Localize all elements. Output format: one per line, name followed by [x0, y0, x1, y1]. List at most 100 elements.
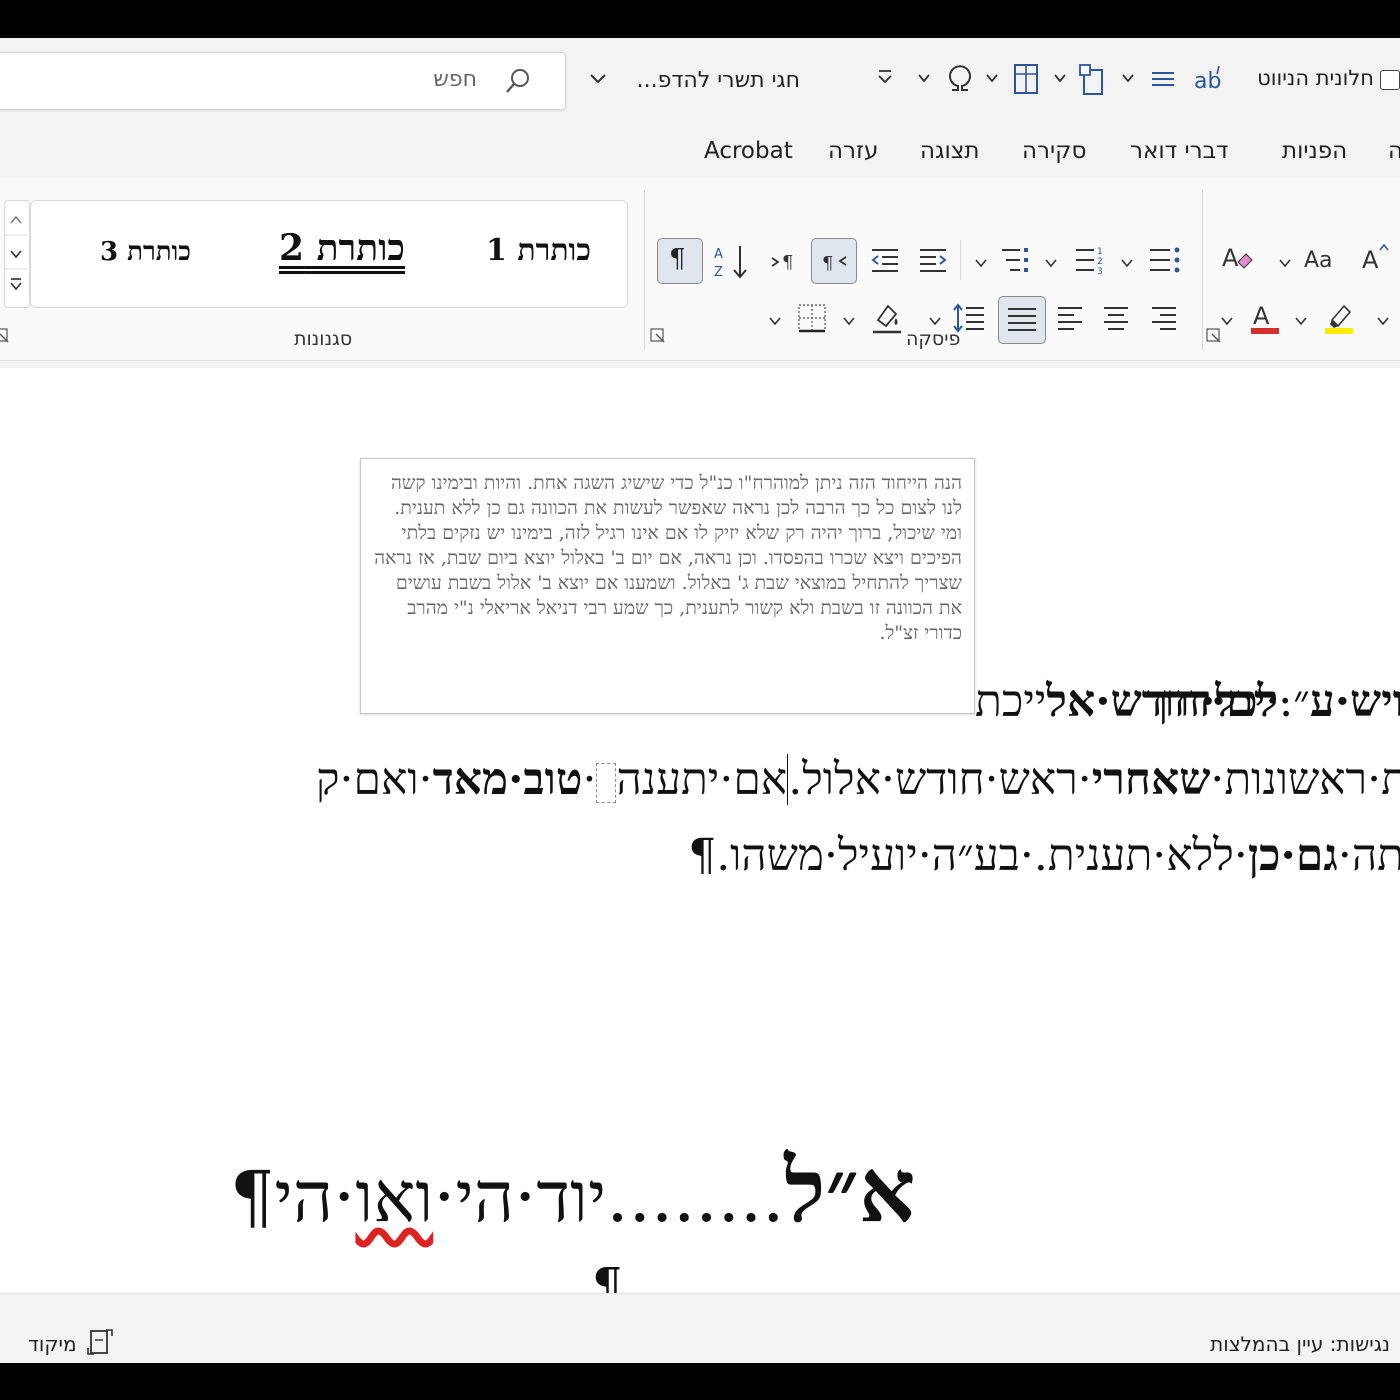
- chevron-down-icon[interactable]: [768, 314, 782, 328]
- chevron-down-icon[interactable]: [842, 314, 856, 328]
- group-separator: [644, 190, 645, 350]
- dialog-launcher-icon[interactable]: [650, 328, 666, 344]
- chevron-down-icon[interactable]: [1052, 70, 1068, 86]
- highlighter-icon: [1325, 304, 1353, 334]
- ribbon: כותרת 1 כותרת 2 כותרת 3 סגנונות ¶ AZ ¶ ¶…: [0, 178, 1400, 368]
- chevron-down-icon[interactable]: [1120, 70, 1136, 86]
- document-name[interactable]: חגי תשרי להדפ...: [637, 68, 800, 93]
- numbering-icon[interactable]: 123: [1074, 244, 1106, 278]
- highlight-button[interactable]: [1322, 298, 1356, 338]
- borders-icon[interactable]: [796, 302, 828, 334]
- svg-text:2: 2: [1097, 257, 1103, 267]
- tab-home[interactable]: ה: [1388, 138, 1400, 164]
- tab-mailings[interactable]: דברי דואר: [1130, 138, 1228, 164]
- ltr-direction-icon[interactable]: ¶: [770, 244, 800, 278]
- chevron-down-icon[interactable]: [928, 314, 942, 328]
- styles-group-label: סגנונות: [294, 328, 353, 350]
- decrease-indent-icon[interactable]: [870, 246, 900, 276]
- table-icon[interactable]: [1012, 62, 1040, 96]
- rtl-direction-icon: ¶: [822, 253, 847, 274]
- grow-font-button[interactable]: A: [1362, 246, 1378, 274]
- text-hei: ·הי: [274, 1156, 356, 1238]
- clear-formatting-icon[interactable]: A: [1220, 240, 1254, 278]
- svg-text:Z: Z: [714, 265, 723, 280]
- chevron-down-icon[interactable]: [1294, 314, 1308, 328]
- list-icon[interactable]: [1150, 68, 1176, 90]
- chevron-down-icon[interactable]: [974, 256, 988, 270]
- focus-icon[interactable]: [86, 1328, 114, 1356]
- search-box[interactable]: חפש: [0, 52, 566, 110]
- accessibility-status[interactable]: נגישות: עיין בהמלצות: [1210, 1332, 1390, 1356]
- comment-balloon[interactable]: הנה הייחוד הזה ניתן למוהרח"ו כנ"ל כדי שי…: [360, 458, 975, 714]
- text-bold-gam-ken: גם·כן: [1247, 830, 1338, 881]
- bullets-icon[interactable]: [1148, 244, 1182, 278]
- text-dot: ·: [582, 754, 597, 805]
- tab-view[interactable]: תצוגה: [920, 138, 980, 164]
- chevron-down-icon[interactable]: [1220, 314, 1234, 328]
- show-formatting-button[interactable]: ¶: [657, 238, 703, 284]
- align-center-icon[interactable]: [1102, 304, 1130, 334]
- pilcrow-mark: ¶: [230, 1156, 275, 1238]
- status-bar: נגישות: עיין בהמלצות מיקוד: [0, 1293, 1400, 1363]
- paragraph-group-label: פיסקה: [906, 328, 961, 350]
- page-layout-icon[interactable]: [1078, 62, 1108, 98]
- document-line-1-right: לכל·חודש·אלייכת·: [975, 676, 1292, 727]
- text-im-yitanne: אם·יתענה: [616, 754, 788, 805]
- document-canvas[interactable]: ויש·ע״.·ים·דרך לכל·חודש·אלייכת· ת·ראשונו…: [0, 368, 1400, 1314]
- group-separator: [1202, 190, 1203, 350]
- styles-gallery-scroll[interactable]: [4, 200, 30, 308]
- chevron-down-icon[interactable]: [1278, 256, 1292, 270]
- multilevel-list-icon[interactable]: [1000, 244, 1032, 278]
- omega-symbol-icon[interactable]: [944, 60, 976, 100]
- sort-icon[interactable]: AZ: [712, 242, 752, 282]
- style-heading-2[interactable]: כותרת 2: [279, 227, 405, 269]
- tab-references[interactable]: הפניות: [1282, 138, 1347, 164]
- align-right-icon[interactable]: [1150, 304, 1178, 334]
- navigation-pane-checkbox[interactable]: [1380, 70, 1400, 90]
- text-veim: ·ואם·ק: [315, 754, 433, 805]
- title-bar: חפש חגי תשרי להדפ... ab חלונית הניווט: [0, 38, 1400, 128]
- text-bold-tov-meod: טוב·מאד: [432, 754, 583, 805]
- svg-text:¶: ¶: [782, 252, 793, 273]
- text-vav-spelling: ואו: [355, 1156, 434, 1238]
- style-heading-1[interactable]: כותרת 1: [486, 233, 591, 268]
- styles-gallery: כותרת 1 כותרת 2 כותרת 3: [30, 200, 628, 308]
- gallery-arrows-icon: [5, 215, 27, 291]
- justify-button[interactable]: [998, 296, 1046, 344]
- style-heading-3[interactable]: כותרת 3: [100, 237, 191, 267]
- dialog-launcher-icon[interactable]: [1206, 328, 1222, 344]
- comment-anchor-icon[interactable]: [596, 762, 617, 803]
- text-lelo-taanit: ·ללא·תענית.·בע״ה·יועיל·משהו.: [716, 830, 1248, 881]
- text-dots: ........: [606, 1156, 785, 1238]
- navigation-pane-label[interactable]: חלונית הניווט: [1257, 66, 1374, 90]
- tab-acrobat[interactable]: Acrobat: [704, 138, 793, 164]
- shading-icon[interactable]: [870, 300, 904, 336]
- chevron-down-icon[interactable]: [1044, 256, 1058, 270]
- chevron-down-icon[interactable]: [588, 68, 608, 88]
- ribbon-tabs: ה הפניות דברי דואר סקירה תצוגה עזרה Acro…: [0, 128, 1400, 178]
- focus-mode-label[interactable]: מיקוד: [28, 1332, 77, 1356]
- pilcrow-icon: ¶: [669, 244, 686, 274]
- dialog-launcher-icon[interactable]: [0, 328, 10, 344]
- spelling-ab-icon[interactable]: ab: [1192, 62, 1224, 96]
- text-rosh-chodesh: ·ראש·חודש·אלול.: [788, 754, 1092, 805]
- chevron-down-icon[interactable]: [1376, 314, 1390, 328]
- customize-qat-icon[interactable]: [876, 68, 894, 86]
- increase-indent-icon[interactable]: [918, 246, 948, 276]
- text-bold-vayesh: ויש·ע: [1309, 676, 1400, 727]
- svg-text:A: A: [1253, 302, 1270, 330]
- font-color-button[interactable]: A: [1248, 298, 1282, 338]
- chevron-down-icon[interactable]: [1120, 256, 1134, 270]
- chevron-down-icon[interactable]: [984, 70, 1000, 86]
- change-case-button[interactable]: Aa: [1304, 248, 1333, 273]
- tab-review[interactable]: סקירה: [1022, 138, 1086, 164]
- chevron-down-icon[interactable]: [916, 70, 932, 86]
- word-window: חפש חגי תשרי להדפ... ab חלונית הניווט ה …: [0, 38, 1400, 1363]
- rtl-direction-button[interactable]: ¶: [811, 238, 857, 284]
- align-left-icon[interactable]: [1056, 304, 1084, 334]
- tab-help[interactable]: עזרה: [828, 138, 878, 164]
- search-placeholder: חפש: [433, 67, 477, 92]
- font-color-icon: A: [1251, 302, 1279, 334]
- svg-text:3: 3: [1097, 267, 1103, 277]
- button-separator: [960, 240, 961, 280]
